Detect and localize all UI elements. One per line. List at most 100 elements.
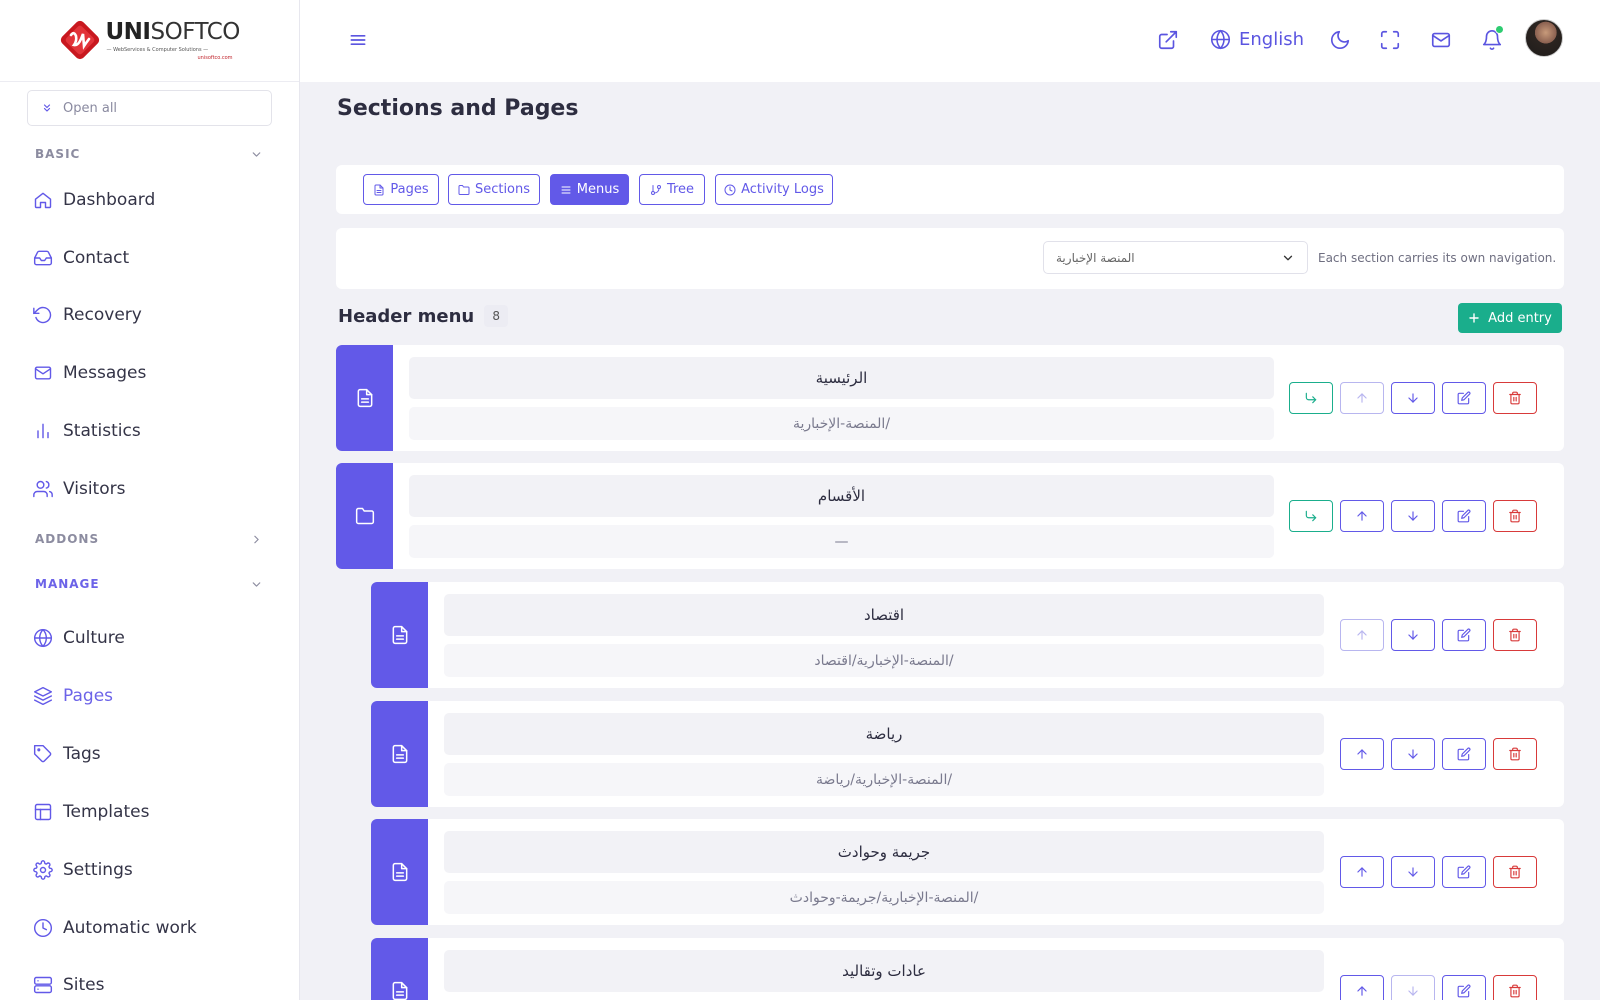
delete-button[interactable]: [1493, 975, 1537, 1000]
sidebar-item-recovery[interactable]: Recovery: [33, 298, 273, 332]
sidebar-item-tags[interactable]: Tags: [33, 737, 273, 771]
topbar: English: [300, 0, 1600, 82]
move-down-button[interactable]: [1391, 738, 1435, 770]
avatar[interactable]: [1525, 19, 1563, 57]
entry-url-field[interactable]: /المنصة-الإخبارية/رياضة: [444, 763, 1324, 796]
entry-url-field[interactable]: —: [409, 525, 1274, 558]
sidebar-item-culture[interactable]: Culture: [33, 621, 273, 655]
mail-icon[interactable]: [1430, 29, 1452, 51]
edit-icon: [1457, 865, 1471, 879]
nav-group-basic[interactable]: BASIC: [35, 141, 263, 167]
entry-url-field[interactable]: /المنصة-الإخبارية: [409, 407, 1274, 440]
arrow-down-icon: [1408, 867, 1418, 877]
sidebar-item-automatic-work[interactable]: Automatic work: [33, 911, 273, 945]
edit-button[interactable]: [1442, 500, 1486, 532]
move-up-button[interactable]: [1340, 738, 1384, 770]
move-up-button[interactable]: [1340, 382, 1384, 414]
menu-count-badge: 8: [484, 305, 509, 327]
edit-button[interactable]: [1442, 382, 1486, 414]
tab-pages[interactable]: Pages: [363, 174, 439, 205]
menu-title: Header menu 8: [338, 305, 509, 327]
tab-sections[interactable]: Sections: [448, 174, 540, 205]
tab-activity-logs[interactable]: Activity Logs: [715, 174, 833, 205]
trash-icon: [1509, 628, 1521, 642]
sidebar-item-statistics[interactable]: Statistics: [33, 414, 273, 448]
move-down-button[interactable]: [1391, 500, 1435, 532]
delete-button[interactable]: [1493, 738, 1537, 770]
tab-label: Sections: [474, 182, 531, 197]
move-up-button[interactable]: [1340, 619, 1384, 651]
menu-entry: اقتصاد/المنصة-الإخبارية/اقتصاد: [371, 582, 1564, 688]
entry-name-field[interactable]: الرئيسية: [409, 357, 1274, 399]
sidebar-item-contact[interactable]: Contact: [33, 241, 273, 275]
globe-icon: [1210, 29, 1231, 50]
sidebar-item-settings[interactable]: Settings: [33, 853, 273, 887]
delete-button[interactable]: [1493, 500, 1537, 532]
trash-icon: [1509, 747, 1521, 761]
trash-icon: [1509, 865, 1521, 879]
arrow-up-icon: [1357, 867, 1367, 877]
move-up-button[interactable]: [1340, 975, 1384, 1000]
edit-button[interactable]: [1442, 619, 1486, 651]
add-entry-button[interactable]: Add entry: [1458, 303, 1562, 333]
users-icon: [33, 480, 53, 498]
entry-url-field[interactable]: /المنصة-الإخبارية/جريمة-وحوادث: [444, 881, 1324, 914]
arrow-down-icon: [1408, 749, 1418, 759]
move-down-button[interactable]: [1391, 975, 1435, 1000]
entry-name-field[interactable]: رياضة: [444, 713, 1324, 755]
sidebar-item-visitors[interactable]: Visitors: [33, 472, 273, 506]
menu-entry: جريمة وحوادث/المنصة-الإخبارية/جريمة-وحوا…: [371, 819, 1564, 925]
chevron-down-icon: [252, 151, 261, 157]
delete-button[interactable]: [1493, 619, 1537, 651]
sidebar-item-templates[interactable]: Templates: [33, 795, 273, 829]
entry-name-field[interactable]: جريمة وحوادث: [444, 831, 1324, 873]
sidebar-item-label: Messages: [63, 363, 147, 383]
tab-tree[interactable]: Tree: [639, 174, 705, 205]
entry-type-badge: [336, 463, 393, 569]
language-switcher[interactable]: English: [1210, 29, 1304, 50]
list-icon: [561, 186, 571, 193]
arrow-down-icon: [1408, 393, 1418, 403]
edit-button[interactable]: [1442, 856, 1486, 888]
maximize-icon[interactable]: [1379, 29, 1401, 51]
entry-url-field[interactable]: /المنصة-الإخبارية/اقتصاد: [444, 644, 1324, 677]
section-select[interactable]: المنصة الإخبارية: [1043, 241, 1308, 274]
entry-name-field[interactable]: الأقسام: [409, 475, 1274, 517]
file-icon: [392, 981, 407, 1000]
nav-group-manage[interactable]: MANAGE: [35, 571, 263, 597]
brand-url: unisoftco.com: [197, 54, 233, 61]
move-up-button[interactable]: [1340, 500, 1384, 532]
arrow-up-icon: [1357, 986, 1367, 996]
sidebar-item-sites[interactable]: Sites: [33, 968, 273, 1000]
sidebar-item-messages[interactable]: Messages: [33, 356, 273, 390]
indent-button[interactable]: [1289, 500, 1333, 532]
entry-type-badge: [371, 819, 428, 925]
nav-group-addons[interactable]: ADDONS: [35, 526, 263, 552]
indent-button[interactable]: [1289, 382, 1333, 414]
sidebar-item-dashboard[interactable]: Dashboard: [33, 183, 273, 217]
arrow-down-icon: [1408, 986, 1418, 996]
entry-name-field[interactable]: اقتصاد: [444, 594, 1324, 636]
delete-button[interactable]: [1493, 382, 1537, 414]
external-link-icon[interactable]: [1157, 29, 1179, 51]
move-down-button[interactable]: [1391, 856, 1435, 888]
arrow-up-icon: [1357, 511, 1367, 521]
chevron-down-icon: [1283, 255, 1293, 260]
trash-icon: [1509, 984, 1521, 998]
tab-menus[interactable]: Menus: [550, 174, 629, 205]
open-all-button[interactable]: Open all: [27, 90, 272, 126]
file-icon: [392, 862, 407, 882]
chevron-right-icon: [254, 535, 259, 543]
brand-logo[interactable]: UNISOFTCO — WebServices & Computer Solut…: [0, 0, 299, 82]
delete-button[interactable]: [1493, 856, 1537, 888]
sidebar-item-pages[interactable]: Pages: [33, 679, 273, 713]
move-up-button[interactable]: [1340, 856, 1384, 888]
move-down-button[interactable]: [1391, 382, 1435, 414]
menu-icon[interactable]: [348, 30, 368, 50]
moon-icon[interactable]: [1329, 29, 1351, 51]
move-down-button[interactable]: [1391, 619, 1435, 651]
entry-name-field[interactable]: عادات وتقاليد: [444, 950, 1324, 992]
edit-button[interactable]: [1442, 975, 1486, 1000]
entry-type-badge: [371, 938, 428, 1000]
edit-button[interactable]: [1442, 738, 1486, 770]
